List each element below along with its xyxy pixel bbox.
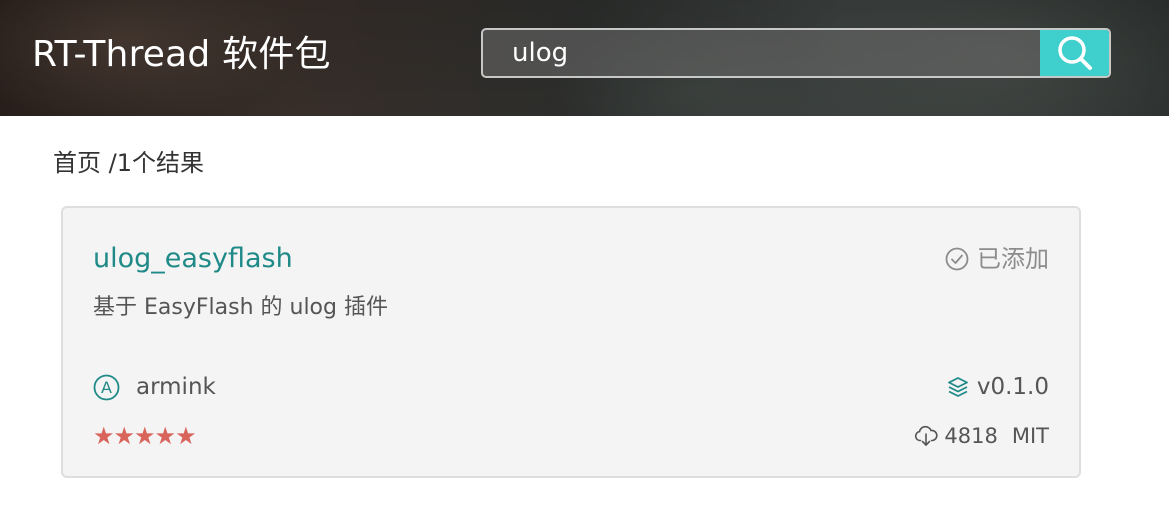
site-header: RT-Thread 软件包 bbox=[0, 0, 1169, 116]
package-downloads: 4818 MIT bbox=[914, 421, 1049, 451]
author-initial-icon: A bbox=[93, 374, 120, 400]
download-count: 4818 bbox=[944, 424, 998, 448]
package-card: ulog_easyflash 已添加 基于 EasyFlash 的 ulog 插… bbox=[61, 206, 1081, 478]
site-title[interactable]: RT-Thread 软件包 bbox=[32, 30, 331, 80]
layers-icon bbox=[947, 377, 968, 397]
added-status-label: 已添加 bbox=[977, 245, 1049, 273]
package-name-link[interactable]: ulog_easyflash bbox=[93, 241, 293, 277]
author-initial: A bbox=[101, 378, 112, 397]
search-bar bbox=[481, 28, 1111, 78]
package-version: v0.1.0 bbox=[947, 371, 1049, 403]
package-description: 基于 EasyFlash 的 ulog 插件 bbox=[93, 295, 388, 320]
cloud-download-icon bbox=[915, 425, 939, 446]
search-input[interactable] bbox=[483, 30, 1040, 76]
breadcrumb: 首页 /1个结果 bbox=[53, 149, 204, 177]
search-icon bbox=[1057, 36, 1092, 70]
search-button[interactable] bbox=[1040, 30, 1109, 76]
version-label: v0.1.0 bbox=[976, 374, 1049, 400]
package-author[interactable]: A armink bbox=[93, 371, 216, 403]
added-status[interactable]: 已添加 bbox=[945, 242, 1049, 276]
rating-stars: ★★★★★ bbox=[93, 422, 197, 450]
check-circle-icon bbox=[945, 247, 969, 271]
author-name: armink bbox=[136, 374, 216, 400]
license-label: MIT bbox=[1011, 424, 1049, 448]
